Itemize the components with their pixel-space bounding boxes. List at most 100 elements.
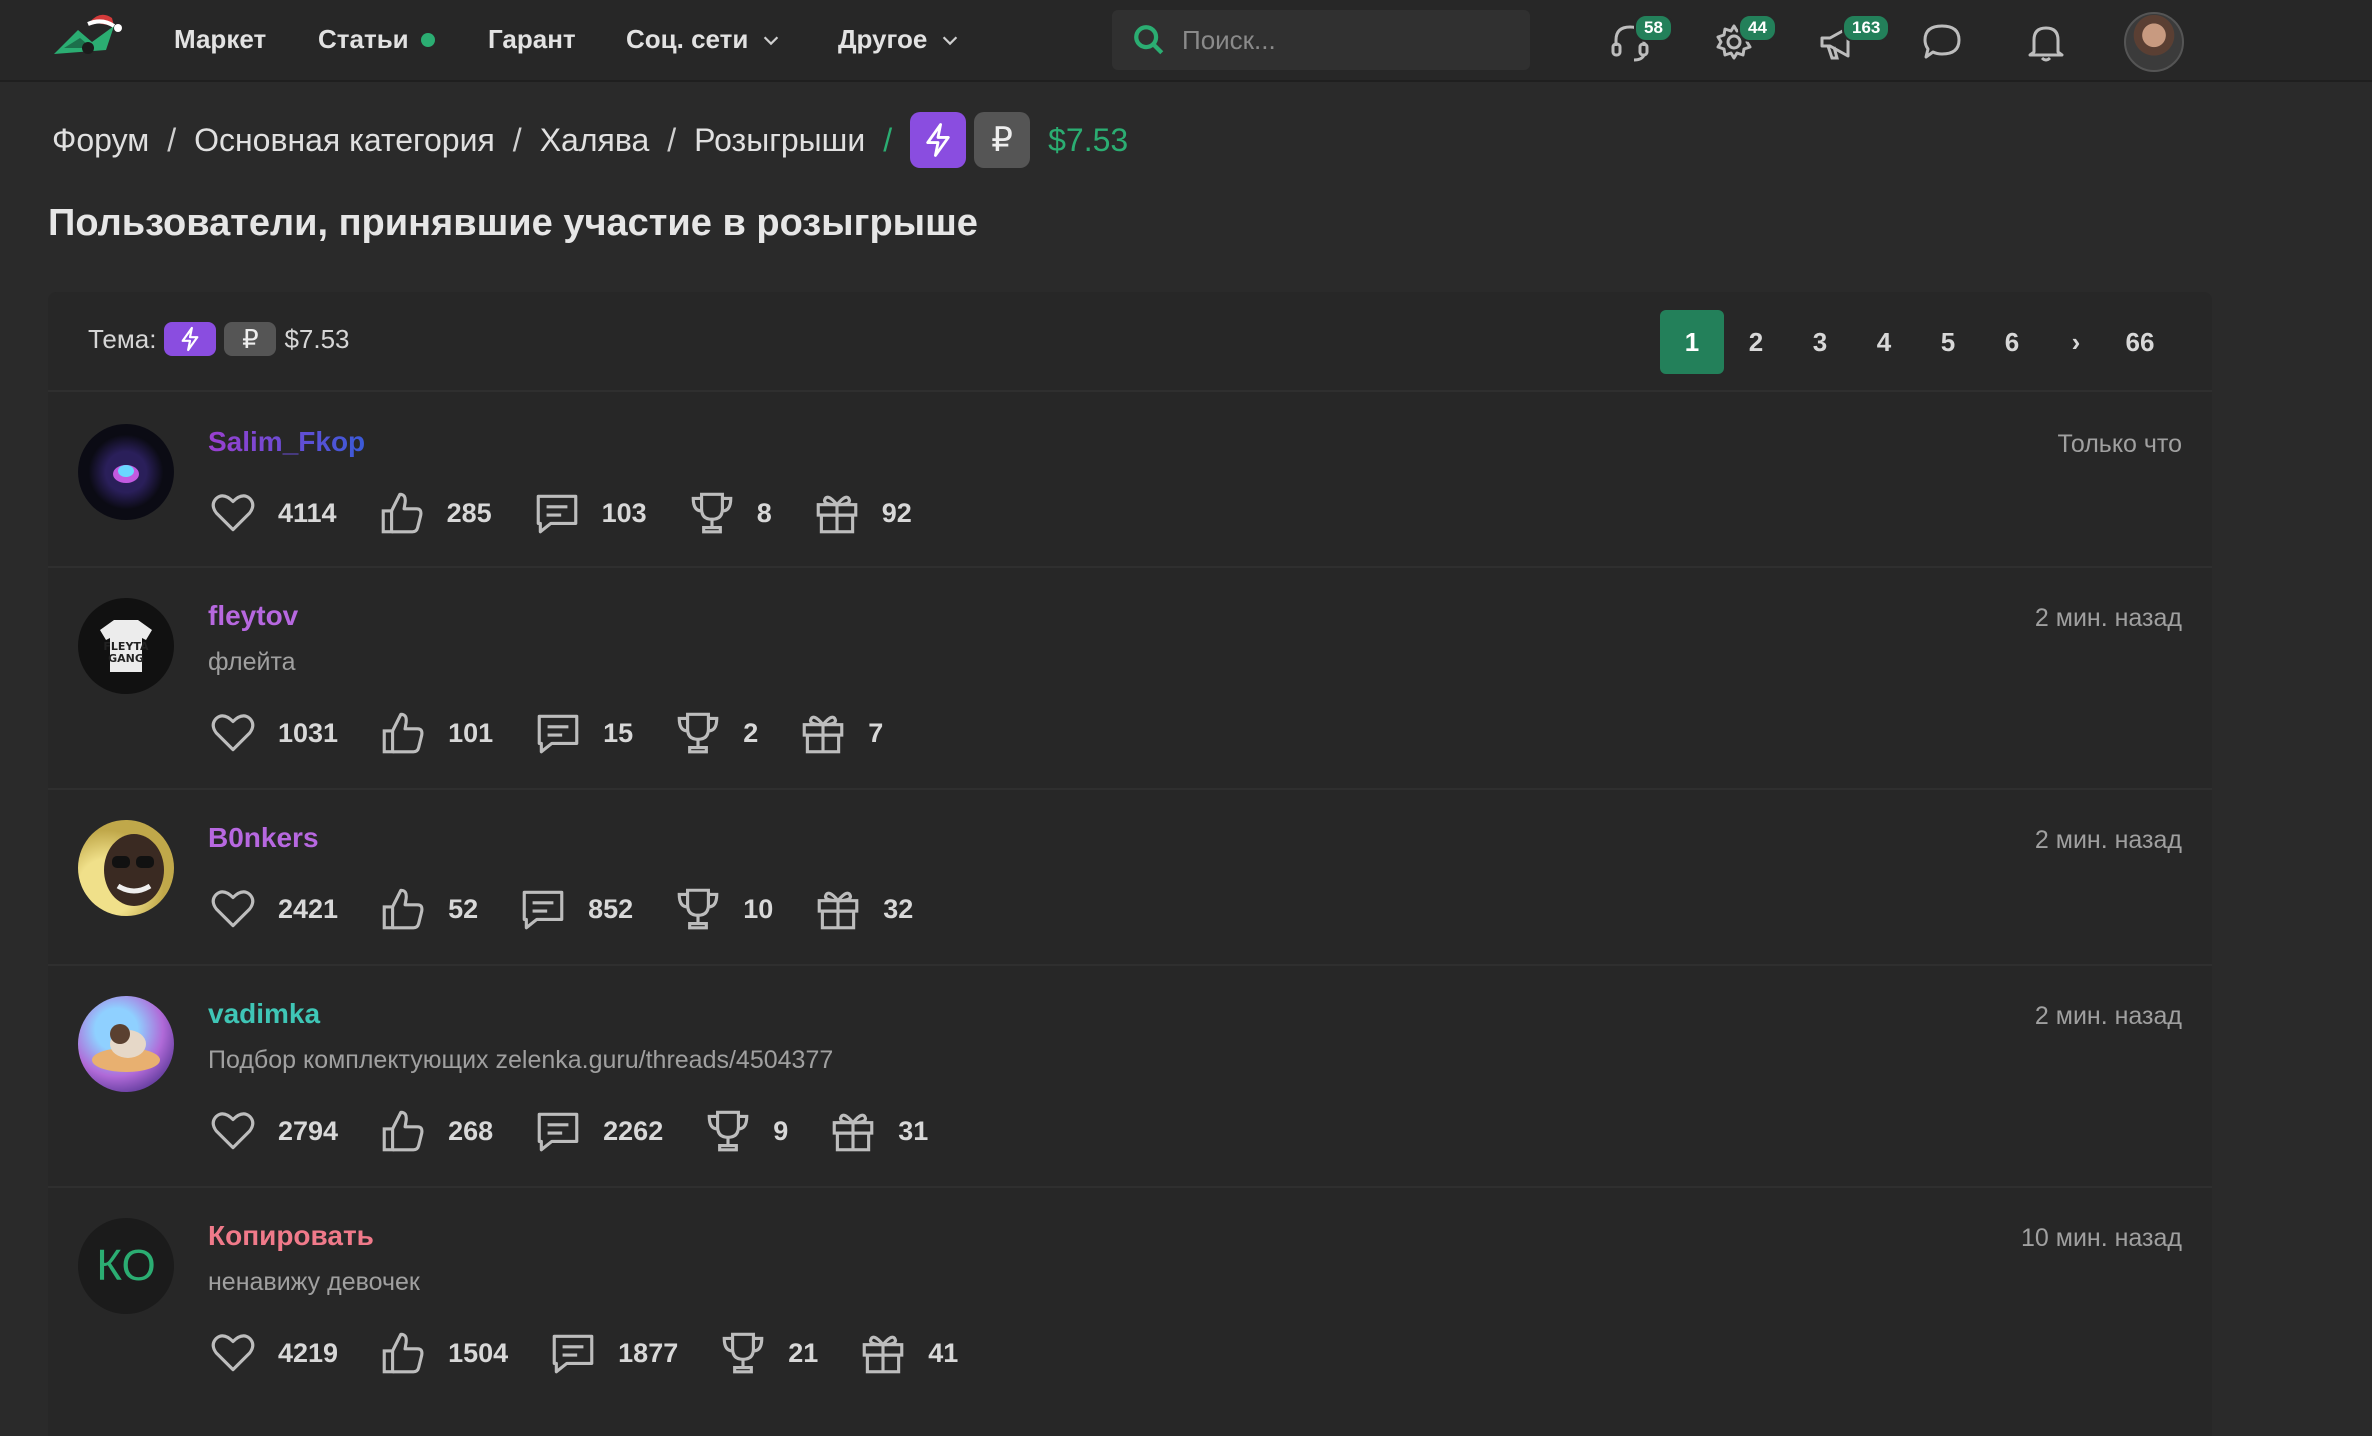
nav-social[interactable]: Соц. сети — [626, 24, 782, 55]
nav-market[interactable]: Маркет — [174, 24, 266, 55]
participant-row: КО Копировать ненавижу девочек 10 мин. н… — [48, 1190, 2212, 1436]
messages-count: 2262 — [603, 1115, 664, 1146]
participant-name[interactable]: vadimka — [208, 998, 320, 1030]
last-page-button[interactable]: 66 — [2108, 310, 2172, 374]
trophies-stat: 8 — [687, 488, 772, 538]
likes-count: 4114 — [278, 497, 337, 528]
participant-avatar[interactable]: FLEYTA GANG — [78, 598, 174, 694]
likes-count: 4219 — [278, 1337, 339, 1368]
support-count-badge: 58 — [1634, 14, 1673, 42]
messages-stat: 103 — [532, 488, 647, 538]
topic-price[interactable]: $7.53 — [284, 324, 349, 355]
participant-row: Salim_Fkop Только что 4114 285 103 8 92 — [48, 394, 2212, 568]
participant-avatar[interactable]: КО — [78, 1218, 174, 1314]
trophies-count: 10 — [743, 893, 774, 924]
gifts-stat: 41 — [858, 1328, 958, 1378]
thumbs-count: 52 — [448, 893, 479, 924]
nav-other[interactable]: Другое — [838, 24, 961, 55]
messages-count: 852 — [588, 893, 634, 924]
participant-name[interactable]: Копировать — [208, 1220, 374, 1252]
search-box[interactable] — [1112, 10, 1530, 70]
participant-avatar[interactable] — [78, 820, 174, 916]
nav-guarantor[interactable]: Гарант — [488, 24, 576, 55]
trophy-icon — [691, 492, 733, 534]
heart-icon — [211, 890, 255, 928]
participant-name[interactable]: fleytov — [208, 600, 298, 632]
breadcrumb-forum[interactable]: Форум — [52, 122, 149, 159]
support-button[interactable]: 58 — [1608, 14, 1673, 64]
trophies-count: 21 — [788, 1337, 819, 1368]
search-input[interactable] — [1182, 24, 1502, 56]
ruble-prefix: ₽ — [224, 322, 277, 356]
breadcrumb-separator: / — [512, 121, 522, 158]
thumbs-stat: 1504 — [378, 1328, 508, 1378]
page-button-2[interactable]: 2 — [1724, 310, 1788, 374]
breadcrumb-freebies[interactable]: Халява — [540, 122, 650, 159]
gifts-stat: 7 — [798, 708, 883, 758]
next-page-button[interactable]: › — [2044, 310, 2108, 374]
page-button-3[interactable]: 3 — [1788, 310, 1852, 374]
topic-label-group: Тема: ₽ $7.53 — [88, 322, 350, 356]
gift-icon — [817, 891, 859, 930]
participant-row: FLEYTA GANG fleytov флейта 2 мин. назад 1… — [48, 570, 2212, 790]
page-button-6[interactable]: 6 — [1980, 310, 2044, 374]
panel-header: Тема: ₽ $7.53 1 2 3 4 5 6 › 66 — [48, 292, 2212, 392]
thumbs-up-icon — [381, 492, 423, 534]
trophies-stat: 2 — [673, 708, 758, 758]
participant-avatar[interactable] — [78, 996, 174, 1092]
message-icon — [537, 714, 579, 754]
gift-icon — [816, 495, 858, 534]
gift-icon — [832, 1113, 874, 1152]
breadcrumb-main-category[interactable]: Основная категория — [194, 122, 495, 159]
chat-bubble-icon — [1923, 24, 1961, 59]
breadcrumb: Форум / Основная категория / Халява / Ро… — [52, 112, 1128, 168]
likes-count: 2794 — [278, 1115, 339, 1146]
breadcrumb-price[interactable]: $7.53 — [1048, 122, 1128, 159]
participant-time: 10 мин. назад — [2021, 1224, 2182, 1252]
participant-avatar[interactable] — [78, 424, 174, 520]
page-button-4[interactable]: 4 — [1852, 310, 1916, 374]
gifts-count: 92 — [881, 497, 912, 528]
thumbs-up-icon — [382, 712, 424, 754]
chevron-down-icon — [943, 35, 958, 45]
trophies-stat: 9 — [703, 1106, 788, 1156]
notifications-button[interactable] — [2024, 20, 2068, 64]
messages-count: 103 — [601, 497, 647, 528]
site-logo-icon[interactable] — [48, 8, 128, 70]
bell-icon — [2028, 26, 2064, 62]
search-icon — [1134, 25, 1164, 55]
gifts-count: 32 — [883, 893, 914, 924]
participant-name[interactable]: B0nkers — [208, 822, 319, 854]
promo-button[interactable]: 163 — [1816, 14, 1891, 64]
breadcrumb-giveaways[interactable]: Розыгрыши — [694, 122, 865, 159]
thumbs-count: 101 — [448, 717, 494, 748]
messages-stat: 1877 — [548, 1328, 678, 1378]
messages-stat: 2262 — [533, 1106, 663, 1156]
thumbs-stat: 52 — [378, 884, 478, 934]
page-button-5[interactable]: 5 — [1916, 310, 1980, 374]
likes-stat: 2421 — [208, 884, 338, 934]
heart-icon — [211, 494, 255, 532]
heart-icon — [211, 1334, 255, 1372]
conversations-button[interactable] — [1920, 20, 1964, 64]
user-avatar[interactable] — [2124, 12, 2184, 72]
participants-panel: Тема: ₽ $7.53 1 2 3 4 5 6 › 66 Salim_Fko… — [48, 292, 2212, 1436]
page-button-1[interactable]: 1 — [1660, 310, 1724, 374]
trophy-icon — [677, 712, 719, 754]
trophies-count: 9 — [773, 1115, 789, 1146]
lightning-prefix-icon — [910, 112, 967, 168]
nav-articles[interactable]: Статьи — [318, 24, 435, 55]
participant-time: Только что — [2057, 430, 2182, 458]
participant-status: ненавижу девочек — [208, 1268, 420, 1296]
messages-count: 1877 — [618, 1337, 679, 1368]
participant-time: 2 мин. назад — [2034, 826, 2182, 854]
settings-button[interactable]: 44 — [1712, 14, 1777, 64]
trophies-stat: 21 — [718, 1328, 818, 1378]
likes-count: 2421 — [278, 893, 339, 924]
messages-stat: 852 — [518, 884, 633, 934]
trophy-icon — [722, 1332, 764, 1374]
gifts-count: 7 — [868, 717, 884, 748]
settings-count-badge: 44 — [1738, 14, 1777, 42]
participant-status: Подбор комплектующих zelenka.guru/thread… — [208, 1046, 834, 1074]
participant-name[interactable]: Salim_Fkop — [208, 426, 365, 458]
